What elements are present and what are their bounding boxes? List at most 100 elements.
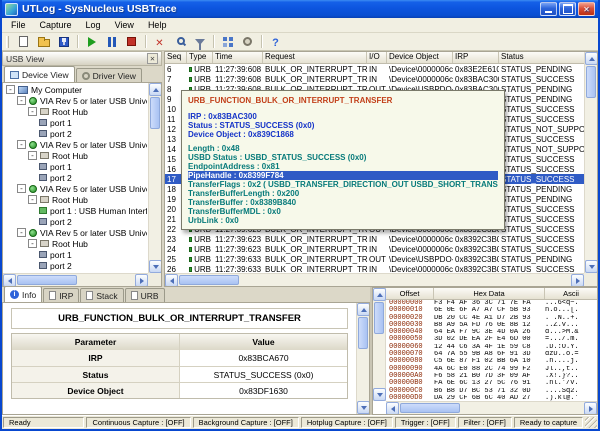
menu-log[interactable]: Log xyxy=(79,19,108,31)
scroll-right-arrow-icon[interactable] xyxy=(135,274,148,287)
stop-capture-button[interactable] xyxy=(122,34,141,50)
scroll-track[interactable] xyxy=(585,65,597,260)
scroll-left-arrow-icon[interactable] xyxy=(165,274,178,287)
collapse-toggle[interactable]: - xyxy=(6,85,15,94)
scroll-up-arrow-icon[interactable] xyxy=(373,288,386,301)
scroll-thumb[interactable] xyxy=(358,317,368,349)
tree-item[interactable]: -VIA Rev 5 or later USB Universal Host C xyxy=(4,95,147,106)
tree-item[interactable]: port 2 xyxy=(4,260,147,271)
tree-item[interactable]: -Root Hub xyxy=(4,238,147,249)
filter-button[interactable] xyxy=(190,34,209,50)
find-button[interactable] xyxy=(170,34,189,50)
tree-item[interactable]: port 1 xyxy=(4,161,147,172)
scroll-thumb[interactable] xyxy=(586,66,596,98)
scroll-left-arrow-icon[interactable] xyxy=(386,402,399,415)
collapse-toggle[interactable]: - xyxy=(28,239,37,248)
tree-item[interactable]: -Root Hub xyxy=(4,106,147,117)
new-log-button[interactable] xyxy=(14,34,33,50)
log-row[interactable]: 26URB11:27:39:633BULK_OR_INTERRUPT_TRANS… xyxy=(165,264,584,273)
column-header-time[interactable]: Time xyxy=(213,52,263,63)
tab-device-view[interactable]: Device View xyxy=(4,66,75,82)
collapse-toggle[interactable]: - xyxy=(28,151,37,160)
tree-item[interactable]: -VIA Rev 5 or later USB Universal Host C xyxy=(4,183,147,194)
scroll-down-arrow-icon[interactable] xyxy=(373,388,386,401)
collapse-toggle[interactable]: - xyxy=(17,140,26,149)
tree-item[interactable]: -My Computer xyxy=(4,84,147,95)
scroll-thumb[interactable] xyxy=(150,97,160,129)
start-capture-button[interactable] xyxy=(82,34,101,50)
tree-item[interactable]: -VIA Rev 5 or later USB Universal Host C xyxy=(4,139,147,150)
collapse-toggle[interactable]: - xyxy=(28,195,37,204)
hex-horizontal-scrollbar[interactable] xyxy=(386,401,597,414)
usb-view-close-button[interactable] xyxy=(147,53,158,64)
log-row[interactable]: 7URB11:27:39:608BULK_OR_INTERRUPT_TRANSF… xyxy=(165,74,584,84)
tab-driver-view[interactable]: Driver View xyxy=(76,68,142,82)
log-row[interactable]: 23URB11:27:39:623BULK_OR_INTERRUPT_TRANS… xyxy=(165,234,584,244)
scroll-track[interactable] xyxy=(399,402,584,414)
tab-irp[interactable]: IRP xyxy=(43,288,79,302)
menu-file[interactable]: File xyxy=(4,19,33,31)
tree-item[interactable]: port 1 xyxy=(4,117,147,128)
scroll-thumb[interactable] xyxy=(374,302,384,334)
scroll-left-arrow-icon[interactable] xyxy=(3,274,16,287)
tree-horizontal-scrollbar[interactable] xyxy=(3,273,148,286)
menu-help[interactable]: Help xyxy=(141,19,174,31)
tree-item[interactable]: port 2 xyxy=(4,216,147,227)
log-row[interactable]: 25URB11:27:39:633BULK_OR_INTERRUPT_TRANS… xyxy=(165,254,584,264)
tree-vertical-scrollbar[interactable] xyxy=(148,83,161,273)
tree-item[interactable]: -Root Hub xyxy=(4,194,147,205)
collapse-toggle[interactable]: - xyxy=(17,228,26,237)
save-log-button[interactable] xyxy=(54,34,73,50)
column-header-i-o[interactable]: I/O xyxy=(367,52,387,63)
scroll-track[interactable] xyxy=(357,316,369,401)
tree-item[interactable]: port 2 xyxy=(4,172,147,183)
scroll-track[interactable] xyxy=(16,274,135,286)
log-vertical-scrollbar[interactable] xyxy=(584,52,597,273)
log-row[interactable]: 6URB11:27:39:608BULK_OR_INTERRUPT_TRANSF… xyxy=(165,64,584,74)
tab-urb[interactable]: URB xyxy=(125,288,165,302)
column-header-irp[interactable]: IRP xyxy=(453,52,499,63)
tree-item[interactable]: port 1 : USB Human Interface D xyxy=(4,205,147,216)
clear-log-button[interactable] xyxy=(150,34,169,50)
scroll-down-arrow-icon[interactable] xyxy=(357,401,370,414)
column-header-device-object[interactable]: Device Object xyxy=(387,52,453,63)
help-button[interactable] xyxy=(266,34,285,50)
scroll-right-arrow-icon[interactable] xyxy=(571,274,584,287)
scroll-up-arrow-icon[interactable] xyxy=(149,83,162,96)
title-bar[interactable]: UTLog - SysNucleus USBTrace xyxy=(2,0,598,18)
device-tree-button[interactable] xyxy=(218,34,237,50)
close-button[interactable] xyxy=(578,2,595,16)
menu-view[interactable]: View xyxy=(108,19,141,31)
info-vertical-scrollbar[interactable] xyxy=(356,303,369,414)
scroll-thumb[interactable] xyxy=(17,275,77,285)
menu-capture[interactable]: Capture xyxy=(33,19,79,31)
collapse-toggle[interactable]: - xyxy=(28,107,37,116)
pause-capture-button[interactable] xyxy=(102,34,121,50)
scroll-track[interactable] xyxy=(149,96,161,260)
scroll-thumb[interactable] xyxy=(400,403,460,413)
scroll-track[interactable] xyxy=(373,301,385,388)
scroll-up-arrow-icon[interactable] xyxy=(357,303,370,316)
scroll-thumb[interactable] xyxy=(179,275,239,285)
column-header-request[interactable]: Request xyxy=(263,52,367,63)
tree-item[interactable]: -VIA Rev 5 or later USB Universal Host C xyxy=(4,227,147,238)
scroll-down-arrow-icon[interactable] xyxy=(149,260,162,273)
collapse-toggle[interactable]: - xyxy=(17,184,26,193)
minimize-button[interactable] xyxy=(540,2,557,16)
tab-stack[interactable]: Stack xyxy=(80,288,123,302)
maximize-button[interactable] xyxy=(559,2,576,16)
tree-item[interactable]: -Root Hub xyxy=(4,150,147,161)
scroll-up-arrow-icon[interactable] xyxy=(585,52,598,65)
tree-item[interactable]: port 1 xyxy=(4,249,147,260)
column-header-seq[interactable]: Seq xyxy=(165,52,187,63)
log-horizontal-scrollbar[interactable] xyxy=(165,273,584,286)
log-row[interactable]: 24URB11:27:39:623BULK_OR_INTERRUPT_TRANS… xyxy=(165,244,584,254)
scroll-right-arrow-icon[interactable] xyxy=(584,402,597,415)
tab-info[interactable]: Info xyxy=(4,286,42,302)
properties-button[interactable] xyxy=(238,34,257,50)
collapse-toggle[interactable]: - xyxy=(17,96,26,105)
tree-item[interactable]: -VIA USB 2.0 Enhanced Host Controller xyxy=(4,271,147,272)
hex-vertical-scrollbar[interactable] xyxy=(373,288,386,401)
open-log-button[interactable] xyxy=(34,34,53,50)
tree-item[interactable]: port 2 xyxy=(4,128,147,139)
